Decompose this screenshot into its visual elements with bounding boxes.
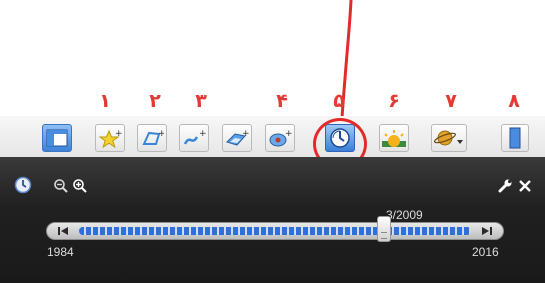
timeline-thumb[interactable] (377, 216, 391, 242)
svg-text:+: + (285, 129, 292, 139)
add-polygon-button[interactable]: + (137, 124, 167, 152)
skip-to-end-icon[interactable] (481, 226, 493, 236)
label-7: ۷ (445, 90, 457, 112)
svg-text:+: + (115, 129, 122, 139)
start-year-label: 1984 (47, 245, 74, 259)
zoom-out-icon[interactable] (53, 178, 69, 194)
sunlight-icon (382, 130, 406, 147)
record-tour-button[interactable]: + (265, 124, 295, 152)
label-8: ۸ (508, 90, 520, 112)
zoom-in-icon[interactable] (72, 178, 88, 194)
ruler-button[interactable] (501, 124, 529, 152)
add-path-icon: + (183, 129, 206, 145)
end-year-label: 2016 (472, 245, 499, 259)
add-placemark-icon: + (98, 129, 122, 148)
svg-text:+: + (242, 129, 249, 139)
current-date-label: 3/2009 (386, 208, 423, 222)
record-tour-icon: + (269, 129, 292, 147)
switch-planet-icon (434, 130, 463, 146)
label-1: ۱ (99, 90, 111, 112)
label-6: ۶ (388, 90, 400, 112)
svg-text:+: + (199, 129, 206, 139)
label-2: ۲ (149, 90, 161, 112)
add-path-button[interactable]: + (179, 124, 209, 152)
ruler-icon (509, 127, 521, 149)
add-polygon-icon: + (142, 129, 164, 145)
skip-to-start-icon[interactable] (57, 226, 69, 236)
svg-text:+: + (158, 129, 164, 139)
timeline-dates (79, 227, 471, 235)
sunlight-button[interactable] (379, 124, 409, 152)
sidebar-toggle-button[interactable] (42, 124, 72, 152)
timeline-slider[interactable] (46, 222, 504, 240)
add-image-overlay-icon: + (226, 129, 249, 146)
switch-planet-button[interactable] (431, 124, 467, 152)
close-icon[interactable] (518, 179, 532, 193)
add-placemark-button[interactable]: + (95, 124, 125, 152)
historical-imagery-panel (0, 157, 545, 283)
clock-icon[interactable] (14, 176, 32, 194)
label-3: ۳ (195, 90, 207, 112)
toolbar: + + + + + (0, 116, 545, 157)
label-4: ۴ (276, 90, 288, 112)
label-5: ۵ (333, 90, 345, 112)
add-image-overlay-button[interactable]: + (222, 124, 252, 152)
sidebar-toggle-icon (46, 129, 68, 147)
wrench-icon[interactable] (497, 178, 513, 194)
